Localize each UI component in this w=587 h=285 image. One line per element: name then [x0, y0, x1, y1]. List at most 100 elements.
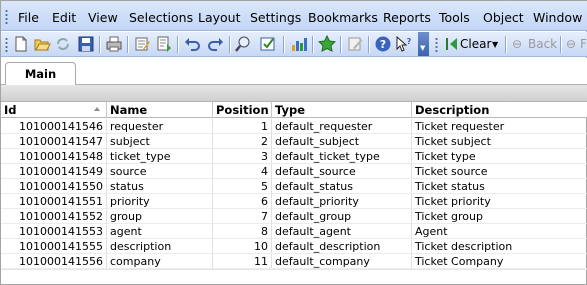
- menu-selections[interactable]: Selections: [129, 10, 193, 25]
- cell-id[interactable]: 101000141551: [1, 194, 107, 209]
- column-header-name[interactable]: Name: [107, 102, 213, 118]
- tab-main[interactable]: Main: [5, 62, 76, 86]
- menu-edit[interactable]: Edit: [52, 10, 76, 25]
- new-icon[interactable]: [12, 35, 30, 53]
- column-header-position[interactable]: Position: [213, 102, 272, 118]
- cell-position[interactable]: 3: [213, 149, 272, 164]
- cell-id[interactable]: 101000141547: [1, 134, 107, 149]
- edit-script-icon[interactable]: [133, 35, 151, 53]
- cell-type[interactable]: default_priority: [272, 194, 412, 209]
- help-icon[interactable]: ?: [374, 35, 392, 53]
- table-row[interactable]: 101000141552 group 7 default_group Ticket gr…: [1, 209, 587, 224]
- table-row[interactable]: 101000141547 subject 2 default_subject Ticke…: [1, 134, 587, 149]
- table-row[interactable]: 101000141553 agent 8 default_agent Agent: [1, 224, 587, 239]
- cell-id[interactable]: 101000141552: [1, 209, 107, 224]
- menu-grip[interactable]: [5, 9, 8, 25]
- back-button[interactable]: Back: [528, 37, 557, 51]
- cell-description[interactable]: Agent: [412, 224, 587, 239]
- menu-reports[interactable]: Reports: [383, 10, 431, 25]
- cell-type[interactable]: default_source: [272, 164, 412, 179]
- cell-name[interactable]: subject: [107, 134, 213, 149]
- edit-icon[interactable]: [346, 35, 364, 53]
- cell-position[interactable]: 2: [213, 134, 272, 149]
- clear-icon[interactable]: [443, 35, 461, 53]
- cell-type[interactable]: default_requester: [272, 119, 412, 134]
- forward-icon[interactable]: ⊖: [566, 37, 576, 51]
- cell-name[interactable]: requester: [107, 119, 213, 134]
- open-icon[interactable]: [33, 35, 51, 53]
- cell-name[interactable]: status: [107, 179, 213, 194]
- cell-position[interactable]: 6: [213, 194, 272, 209]
- menu-window[interactable]: Window: [533, 10, 582, 25]
- table-row[interactable]: 101000141546 requester 1 default_requester T…: [1, 119, 587, 134]
- cell-position[interactable]: 4: [213, 164, 272, 179]
- reload-icon[interactable]: [54, 35, 72, 53]
- cell-description[interactable]: Ticket priority: [412, 194, 587, 209]
- cell-id[interactable]: 101000141546: [1, 119, 107, 134]
- clear-button[interactable]: Clear: [460, 37, 491, 51]
- table-row[interactable]: 101000141549 source 4 default_source Ticket …: [1, 164, 587, 179]
- menu-settings[interactable]: Settings: [250, 10, 301, 25]
- cell-name[interactable]: description: [107, 239, 213, 254]
- clear-dropdown-icon[interactable]: ▼: [492, 40, 498, 49]
- cell-description[interactable]: Ticket requester: [412, 119, 587, 134]
- chart-icon[interactable]: [290, 35, 308, 53]
- load-icon[interactable]: [155, 35, 173, 53]
- cell-name[interactable]: ticket_type: [107, 149, 213, 164]
- cell-description[interactable]: Ticket description: [412, 239, 587, 254]
- table-row[interactable]: 101000141551 priority 6 default_priority Tic…: [1, 194, 587, 209]
- toolbar-overflow-button[interactable]: ▼: [418, 32, 429, 56]
- cell-name[interactable]: company: [107, 254, 213, 269]
- check-icon[interactable]: [259, 35, 277, 53]
- menu-layout[interactable]: Layout: [198, 10, 241, 25]
- cell-id[interactable]: 101000141548: [1, 149, 107, 164]
- cell-position[interactable]: 8: [213, 224, 272, 239]
- column-header-type[interactable]: Type: [272, 102, 412, 118]
- forward-button[interactable]: F: [580, 37, 587, 51]
- help-pointer-icon[interactable]: ?: [395, 35, 413, 53]
- search-icon[interactable]: [234, 35, 252, 53]
- bookmark-star-icon[interactable]: [318, 35, 336, 53]
- cell-description[interactable]: Ticket source: [412, 164, 587, 179]
- cell-name[interactable]: agent: [107, 224, 213, 239]
- back-icon[interactable]: ⊖: [512, 37, 522, 51]
- cell-id[interactable]: 101000141556: [1, 254, 107, 269]
- cell-id[interactable]: 101000141549: [1, 164, 107, 179]
- menu-view[interactable]: View: [88, 10, 118, 25]
- cell-position[interactable]: 10: [213, 239, 272, 254]
- cell-name[interactable]: group: [107, 209, 213, 224]
- cell-id[interactable]: 101000141553: [1, 224, 107, 239]
- cell-type[interactable]: default_subject: [272, 134, 412, 149]
- cell-type[interactable]: default_ticket_type: [272, 149, 412, 164]
- save-icon[interactable]: [77, 35, 95, 53]
- cell-name[interactable]: source: [107, 164, 213, 179]
- table-row[interactable]: 101000141548 ticket_type 3 default_ticket_t…: [1, 149, 587, 164]
- cell-type[interactable]: default_company: [272, 254, 412, 269]
- cell-name[interactable]: priority: [107, 194, 213, 209]
- cell-type[interactable]: default_description: [272, 239, 412, 254]
- print-icon[interactable]: [105, 35, 123, 53]
- cell-type[interactable]: default_status: [272, 179, 412, 194]
- menu-object[interactable]: Object: [483, 10, 524, 25]
- table-row[interactable]: 101000141550 status 5 default_status Ticket …: [1, 179, 587, 194]
- cell-id[interactable]: 101000141550: [1, 179, 107, 194]
- menu-file[interactable]: File: [18, 10, 39, 25]
- menu-bookmarks[interactable]: Bookmarks: [308, 10, 378, 25]
- menu-tools[interactable]: Tools: [439, 10, 470, 25]
- cell-type[interactable]: default_agent: [272, 224, 412, 239]
- cell-position[interactable]: 1: [213, 119, 272, 134]
- cell-position[interactable]: 11: [213, 254, 272, 269]
- cell-id[interactable]: 101000141555: [1, 239, 107, 254]
- cell-position[interactable]: 7: [213, 209, 272, 224]
- cell-description[interactable]: Ticket type: [412, 149, 587, 164]
- cell-description[interactable]: Ticket subject: [412, 134, 587, 149]
- table-row[interactable]: 101000141556 company 11 default_company Tick…: [1, 254, 587, 269]
- toolbar-grip[interactable]: [5, 37, 8, 53]
- cell-description[interactable]: Ticket status: [412, 179, 587, 194]
- cell-description[interactable]: Ticket group: [412, 209, 587, 224]
- undo-icon[interactable]: [183, 35, 201, 53]
- redo-icon[interactable]: [207, 35, 225, 53]
- cell-position[interactable]: 5: [213, 179, 272, 194]
- column-header-description[interactable]: Description: [412, 102, 587, 118]
- column-header-id[interactable]: Id: [1, 102, 107, 118]
